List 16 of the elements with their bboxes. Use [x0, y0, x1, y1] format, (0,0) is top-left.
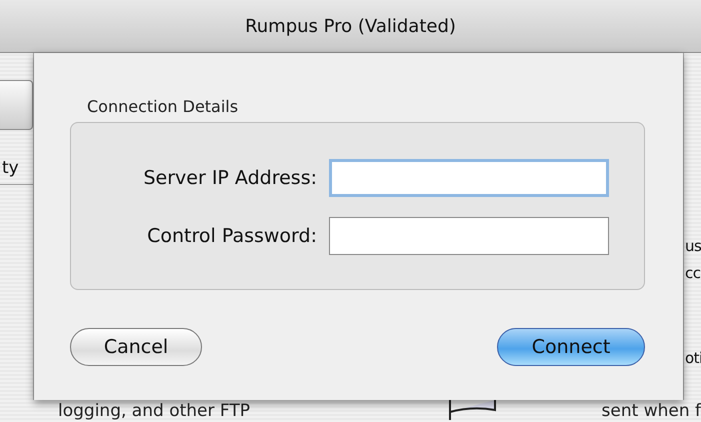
field-label: Control Password:: [147, 225, 317, 247]
connect-button[interactable]: Connect: [497, 328, 645, 366]
description-text: cc: [684, 263, 701, 284]
description-text: logging, and other FTP: [58, 400, 251, 422]
description-text: sent when f: [602, 400, 701, 422]
toolbar-button[interactable]: [0, 80, 33, 130]
description-text: oti: [684, 348, 701, 369]
description-text: us: [684, 236, 701, 257]
group-title: Connection Details: [87, 97, 238, 116]
flag-icon: [446, 400, 497, 422]
input-field[interactable]: [329, 217, 609, 255]
cancel-button[interactable]: Cancel: [70, 328, 202, 366]
field-label: Server IP Address:: [143, 167, 317, 189]
input-field[interactable]: [329, 159, 609, 197]
sidebar-label: ty: [0, 158, 33, 185]
window-title: Rumpus Pro (Validated): [245, 16, 456, 36]
